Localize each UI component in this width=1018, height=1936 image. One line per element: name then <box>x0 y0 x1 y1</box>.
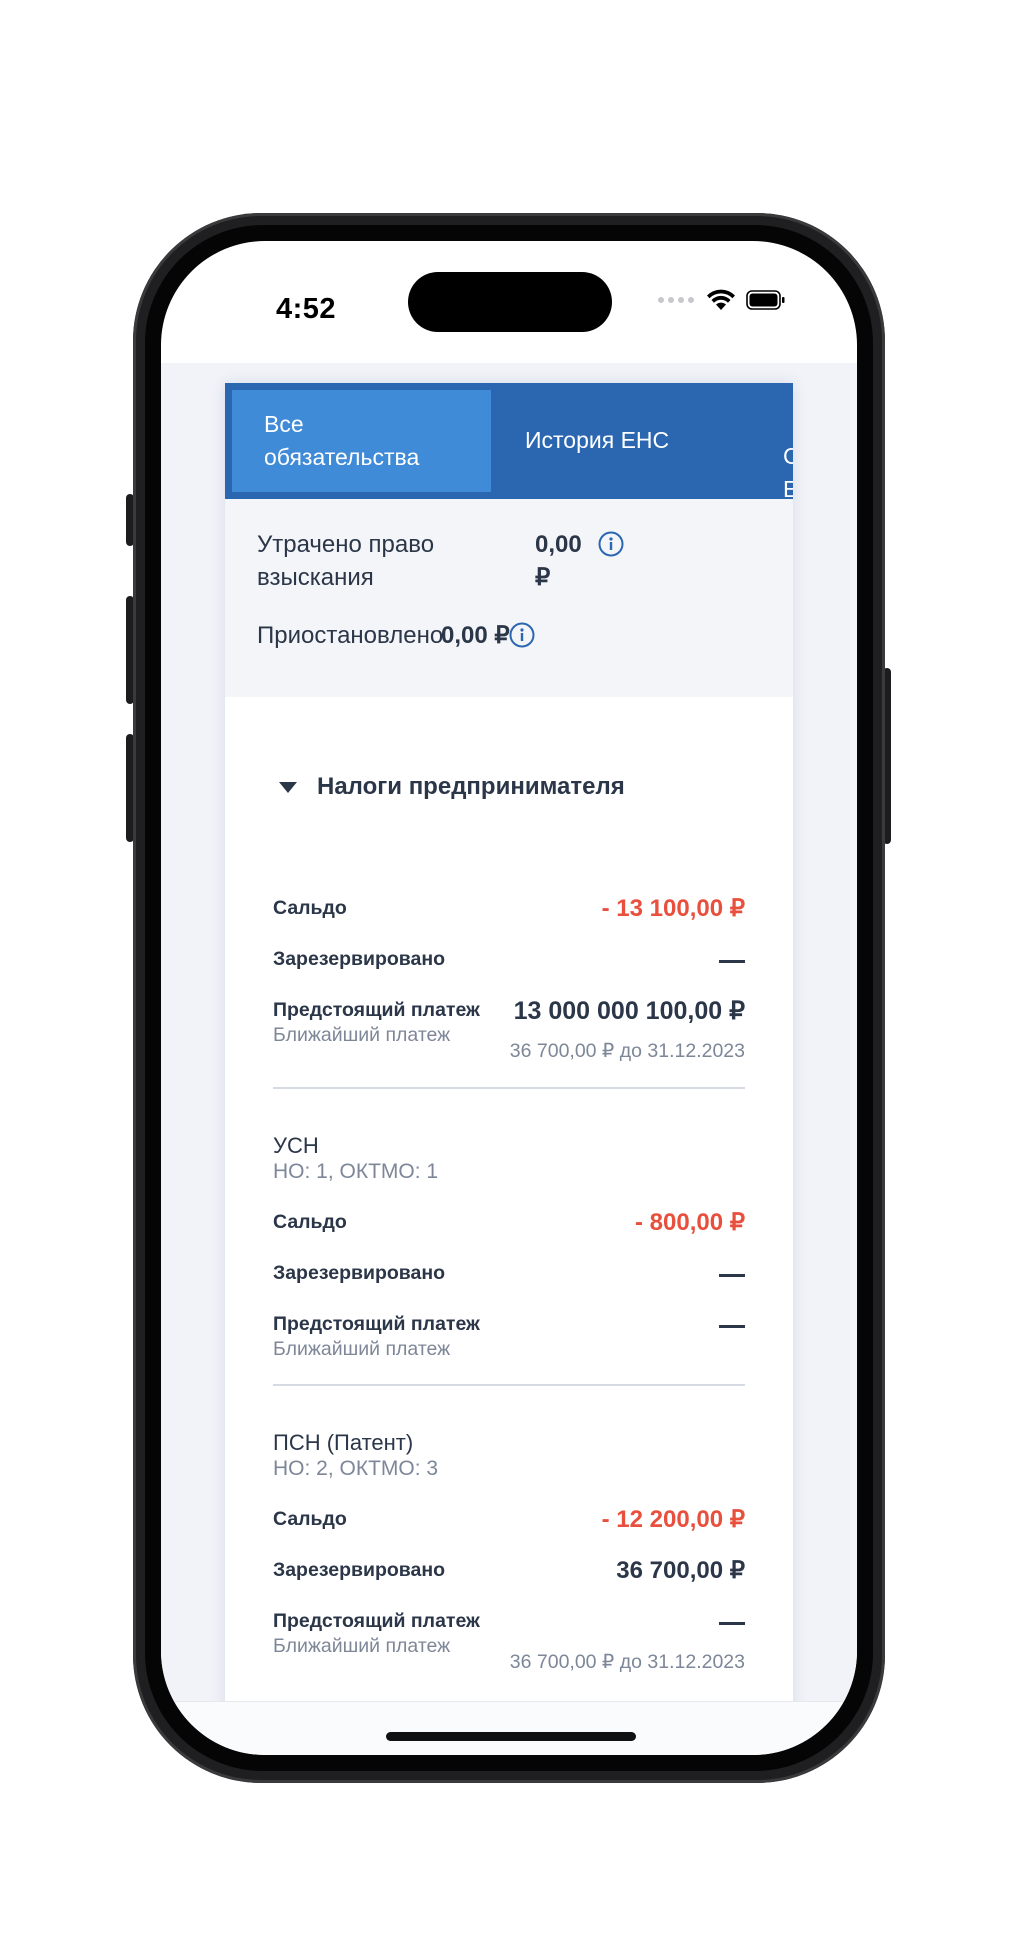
tab-ens-history[interactable]: История ЕНС <box>525 424 669 457</box>
reserved-value: 36 700,00 ₽ <box>616 1557 745 1584</box>
empty-dash <box>719 960 745 963</box>
upcoming-payment-label: Предстоящий платеж <box>273 1610 480 1632</box>
tab-label: С Е <box>783 443 793 499</box>
group-toggle-entrepreneur-taxes[interactable]: Налоги предпринимателя <box>279 773 625 801</box>
lost-recovery-value: 0,00 ₽ <box>535 531 582 591</box>
section-title-psn: ПСН (Патент) <box>273 1430 414 1455</box>
saldo-value: - 12 200,00 ₽ <box>601 1506 745 1533</box>
bottom-safe-area <box>161 1701 857 1755</box>
summary-panel: Утрачено право взыскания 0,00 ₽ Приостан… <box>225 499 793 697</box>
saldo-value: - 800,00 ₽ <box>634 1209 745 1236</box>
reserved-label: Зарезервировано <box>273 1559 446 1581</box>
saldo-label: Сальдо <box>273 1211 347 1233</box>
empty-dash <box>719 1622 745 1625</box>
nearest-payment-value: 36 700,00 ₽ до 31.12.2023 <box>509 1651 745 1673</box>
section-subtitle-psn: НО: 2, ОКТМО: 3 <box>273 1457 439 1480</box>
divider <box>273 1087 745 1089</box>
tab-bar: Все обязательства История ЕНС С Е <box>225 383 793 499</box>
tab-label: История ЕНС <box>525 427 670 453</box>
status-time: 4:52 <box>275 293 337 325</box>
battery-icon <box>746 290 785 310</box>
nearest-payment-label: Ближайший платеж <box>273 1338 451 1360</box>
saldo-label: Сальдо <box>273 1508 347 1530</box>
upcoming-payment-label: Предстоящий платеж <box>273 1313 480 1335</box>
home-indicator[interactable] <box>386 1732 636 1741</box>
upcoming-payment-value: 13 000 000 100,00 ₽ <box>513 997 745 1025</box>
section-title-usn: УСН <box>273 1133 319 1158</box>
empty-dash <box>719 1325 745 1328</box>
obligations-card: Все обязательства История ЕНС С Е Утраче… <box>225 383 793 1701</box>
phone-frame: 4:52 Все обязательства История ЕНС С Е У… <box>133 213 885 1783</box>
reserved-label: Зарезервировано <box>273 948 446 970</box>
upcoming-payment-label: Предстоящий платеж <box>273 999 480 1021</box>
tab-label: Все обязательства <box>264 411 420 470</box>
empty-dash <box>719 1274 745 1277</box>
tab-next[interactable]: С Е <box>783 407 793 499</box>
info-icon[interactable] <box>598 531 624 557</box>
info-icon[interactable] <box>509 622 535 648</box>
nearest-payment-label: Ближайший платеж <box>273 1635 451 1657</box>
group-title: Налоги предпринимателя <box>317 773 625 800</box>
wifi-icon <box>707 289 735 310</box>
section-subtitle-usn: НО: 1, ОКТМО: 1 <box>273 1160 439 1183</box>
reserved-label: Зарезервировано <box>273 1262 446 1284</box>
suspended-label: Приостановлено <box>257 622 444 649</box>
cellular-signal-icon <box>658 297 694 303</box>
app-content: Все обязательства История ЕНС С Е Утраче… <box>161 363 857 1701</box>
dynamic-island <box>408 272 612 332</box>
tab-all-obligations[interactable]: Все обязательства <box>232 390 491 492</box>
caret-down-icon <box>279 781 297 793</box>
phone-screen: 4:52 Все обязательства История ЕНС С Е У… <box>161 241 857 1755</box>
saldo-label: Сальдо <box>273 897 347 919</box>
saldo-value: - 13 100,00 ₽ <box>601 895 745 922</box>
nearest-payment-value: 36 700,00 ₽ до 31.12.2023 <box>509 1040 745 1062</box>
suspended-value: 0,00 ₽ <box>441 622 510 649</box>
nearest-payment-label: Ближайший платеж <box>273 1024 451 1046</box>
lost-recovery-label: Утрачено право взыскания <box>257 531 435 591</box>
divider <box>273 1384 745 1386</box>
